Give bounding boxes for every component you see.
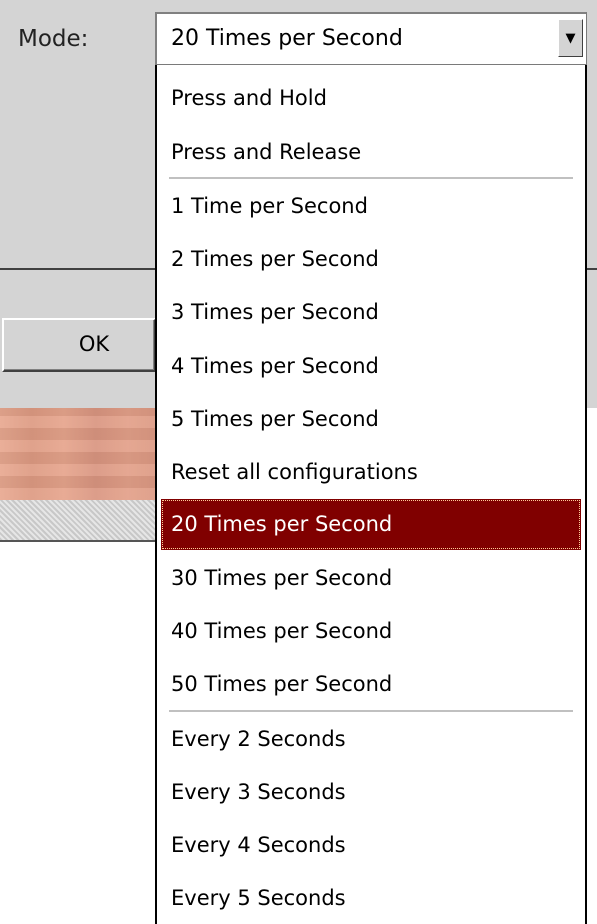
dropdown-item[interactable]: 50 Times per Second: [161, 659, 581, 710]
mode-dropdown-list: Press and Hold Press and Release 1 Time …: [155, 65, 587, 924]
dropdown-item[interactable]: Every 5 Seconds: [161, 873, 581, 924]
dropdown-item[interactable]: Every 2 Seconds: [161, 714, 581, 765]
dropdown-item[interactable]: Every 3 Seconds: [161, 767, 581, 818]
dropdown-item[interactable]: 4 Times per Second: [161, 341, 581, 392]
dropdown-item[interactable]: Every 4 Seconds: [161, 820, 581, 871]
mode-select[interactable]: 20 Times per Second ▼: [155, 12, 587, 65]
dropdown-item[interactable]: 40 Times per Second: [161, 606, 581, 657]
divider: [0, 540, 160, 542]
mode-select-value: 20 Times per Second: [171, 26, 403, 51]
dropdown-item[interactable]: Press and Hold: [161, 73, 581, 124]
dropdown-item[interactable]: Press and Release: [161, 127, 581, 178]
dropdown-item[interactable]: 3 Times per Second: [161, 287, 581, 338]
chevron-down-icon[interactable]: ▼: [558, 19, 583, 57]
ok-button[interactable]: OK: [2, 318, 156, 372]
hatched-strip: [0, 500, 160, 540]
background-image-strip: [0, 408, 160, 500]
dropdown-item-selected[interactable]: 20 Times per Second: [161, 499, 581, 550]
dropdown-divider: [169, 177, 573, 179]
dropdown-item[interactable]: 1 Time per Second: [161, 181, 581, 232]
dropdown-item[interactable]: 5 Times per Second: [161, 394, 581, 445]
mode-label: Mode:: [18, 26, 89, 52]
dropdown-item[interactable]: Reset all configurations: [161, 447, 581, 498]
dropdown-divider: [169, 710, 573, 712]
dropdown-item[interactable]: 30 Times per Second: [161, 553, 581, 604]
dropdown-item[interactable]: 2 Times per Second: [161, 234, 581, 285]
